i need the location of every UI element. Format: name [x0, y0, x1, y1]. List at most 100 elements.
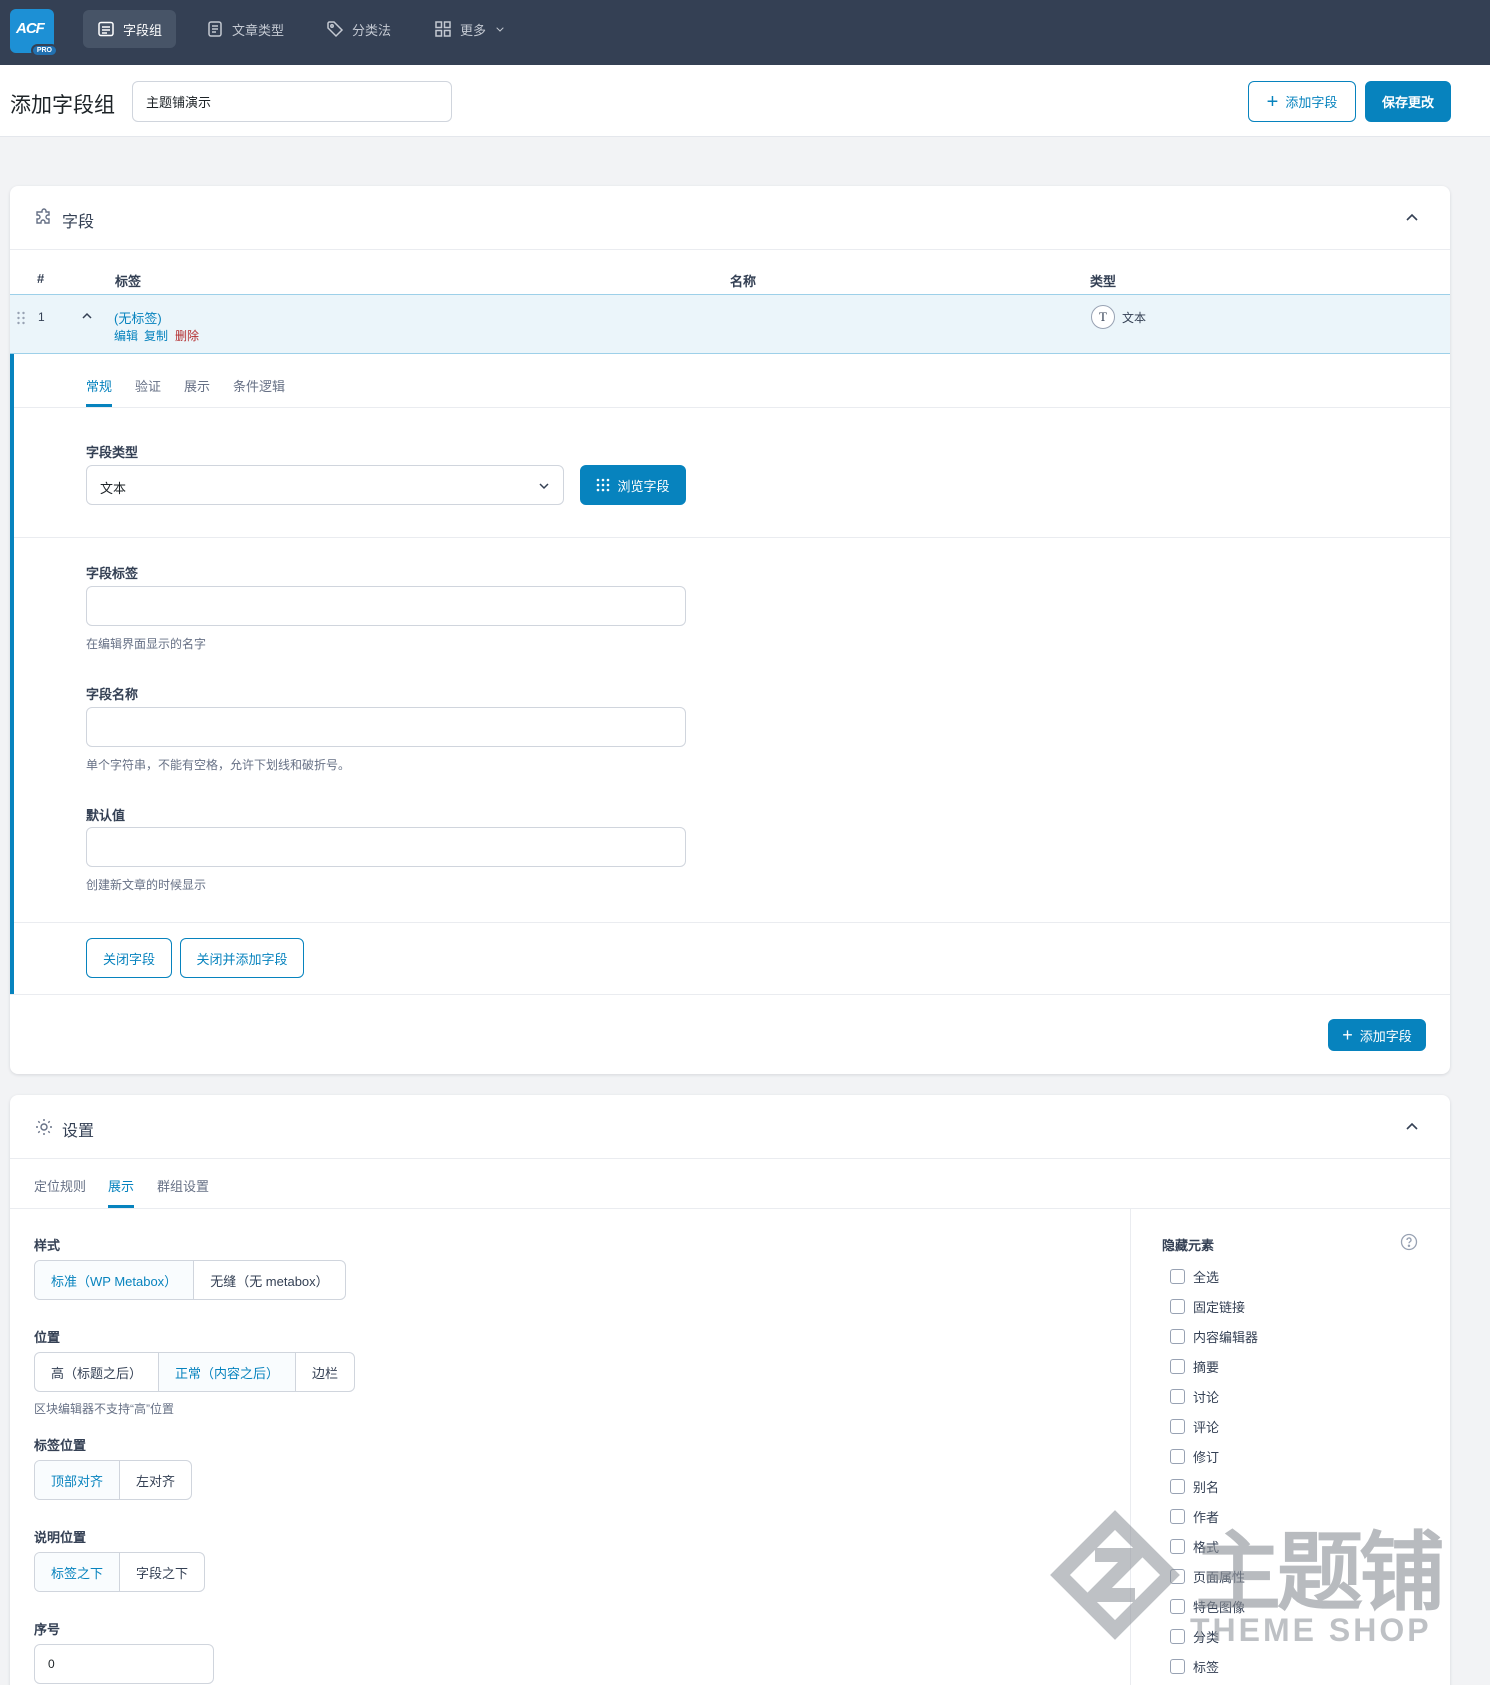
- hide-option-categories[interactable]: 分类: [1170, 1627, 1219, 1646]
- help-icon[interactable]: [1400, 1233, 1418, 1251]
- field-label-input[interactable]: [86, 586, 686, 626]
- checkbox-label: 页面属性: [1193, 1570, 1246, 1585]
- instruction-below-label[interactable]: 标签之下: [35, 1553, 121, 1591]
- column-header-label: 标签: [115, 274, 142, 289]
- chevron-down-icon: [539, 483, 549, 490]
- divider: [14, 407, 1450, 408]
- gear-icon: [36, 1119, 52, 1135]
- tab-location-rules[interactable]: 定位规则: [34, 1176, 86, 1195]
- default-value-hint: 创建新文章的时候显示: [86, 878, 207, 892]
- edit-field-link[interactable]: 编辑: [114, 327, 138, 344]
- checkbox[interactable]: [1170, 1479, 1185, 1494]
- browse-fields-button[interactable]: 浏览字段: [580, 465, 686, 505]
- settings-panel-header[interactable]: 设置: [10, 1095, 1450, 1159]
- drag-handle-icon[interactable]: [16, 311, 26, 325]
- field-type-select[interactable]: 文本: [86, 465, 564, 505]
- field-row[interactable]: 1 (无标签) 编辑 复制 删除 T 文本: [10, 294, 1450, 354]
- instruction-below-field[interactable]: 字段之下: [120, 1553, 204, 1591]
- fields-panel: 字段 # 标签 名称 类型 1 (无标签) 编辑 复制 删除 T 文本 常规 验…: [10, 186, 1450, 1074]
- tab-general[interactable]: 常规: [86, 376, 112, 395]
- field-name-input[interactable]: [86, 707, 686, 747]
- nav-item-post-types[interactable]: 文章类型: [192, 10, 298, 48]
- checkbox[interactable]: [1170, 1659, 1185, 1674]
- nav-item-more[interactable]: 更多: [420, 10, 520, 48]
- checkbox[interactable]: [1170, 1359, 1185, 1374]
- duplicate-field-link[interactable]: 复制: [144, 327, 168, 344]
- hide-option-format[interactable]: 格式: [1170, 1537, 1219, 1556]
- hide-option-content-editor[interactable]: 内容编辑器: [1170, 1327, 1258, 1346]
- checkbox[interactable]: [1170, 1449, 1185, 1464]
- button-label: 关闭并添加字段: [196, 951, 288, 967]
- field-name-hint: 单个字符串，不能有空格，允许下划线和破折号。: [86, 758, 351, 772]
- close-field-button[interactable]: 关闭字段: [86, 938, 172, 978]
- close-and-add-field-button[interactable]: 关闭并添加字段: [180, 938, 304, 978]
- checkbox[interactable]: [1170, 1629, 1185, 1644]
- chevron-up-icon[interactable]: [1402, 1117, 1422, 1137]
- checkbox[interactable]: [1170, 1539, 1185, 1554]
- field-type-label: 字段类型: [86, 445, 139, 460]
- button-label: 浏览字段: [617, 478, 670, 494]
- nav-item-label: 字段组: [123, 22, 163, 38]
- tab-conditional-logic[interactable]: 条件逻辑: [233, 376, 285, 395]
- checkbox-label: 标签: [1193, 1660, 1220, 1675]
- hide-option-slug[interactable]: 别名: [1170, 1477, 1219, 1496]
- acf-logo[interactable]: ACF PRO: [10, 9, 58, 57]
- label-placement-top[interactable]: 顶部对齐: [35, 1461, 121, 1499]
- hide-option-comments[interactable]: 评论: [1170, 1417, 1219, 1436]
- default-value-input[interactable]: [86, 827, 686, 867]
- field-label-link[interactable]: (无标签): [114, 308, 162, 327]
- hide-option-featured-image[interactable]: 特色图像: [1170, 1597, 1245, 1616]
- checkbox[interactable]: [1170, 1269, 1185, 1284]
- save-changes-button[interactable]: 保存更改: [1365, 81, 1451, 122]
- grid-dots-icon: [597, 478, 610, 492]
- hide-option-discussion[interactable]: 讨论: [1170, 1387, 1219, 1406]
- hide-option-revisions[interactable]: 修订: [1170, 1447, 1219, 1466]
- grid-icon: [435, 21, 451, 37]
- nav-item-taxonomies[interactable]: 分类法: [312, 10, 405, 48]
- chevron-up-icon[interactable]: [80, 309, 94, 323]
- checkbox[interactable]: [1170, 1389, 1185, 1404]
- tab-validation[interactable]: 验证: [135, 376, 161, 395]
- instruction-placement-label: 说明位置: [34, 1530, 87, 1545]
- label-placement-left[interactable]: 左对齐: [120, 1461, 191, 1499]
- field-group-title-input[interactable]: [132, 81, 452, 122]
- column-header-order: #: [37, 271, 45, 286]
- style-option-standard[interactable]: 标准（WP Metabox）: [35, 1261, 195, 1299]
- position-toggle[interactable]: 高（标题之后） 正常（内容之后） 边栏: [34, 1352, 356, 1392]
- plus-icon: +: [1342, 1025, 1353, 1045]
- hide-option-tags[interactable]: 标签: [1170, 1657, 1219, 1676]
- checkbox[interactable]: [1170, 1299, 1185, 1314]
- checkbox[interactable]: [1170, 1509, 1185, 1524]
- order-number-input[interactable]: 0: [34, 1644, 214, 1684]
- add-field-button[interactable]: + 添加字段: [1328, 1019, 1426, 1051]
- label-placement-label: 标签位置: [34, 1438, 87, 1453]
- fields-panel-header[interactable]: 字段: [10, 186, 1450, 250]
- column-header-type: 类型: [1090, 274, 1117, 289]
- position-option-normal[interactable]: 正常（内容之后）: [159, 1353, 297, 1391]
- tab-presentation[interactable]: 展示: [108, 1176, 134, 1195]
- style-toggle[interactable]: 标准（WP Metabox） 无缝（无 metabox）: [34, 1260, 346, 1300]
- nav-item-field-groups[interactable]: 字段组: [83, 10, 177, 48]
- position-option-side[interactable]: 边栏: [296, 1353, 354, 1391]
- instruction-placement-toggle[interactable]: 标签之下 字段之下: [34, 1552, 206, 1592]
- checkbox[interactable]: [1170, 1419, 1185, 1434]
- checkbox[interactable]: [1170, 1569, 1185, 1584]
- style-label: 样式: [34, 1238, 61, 1253]
- header-add-field-button[interactable]: + 添加字段: [1248, 81, 1356, 122]
- settings-panel-title: 设置: [62, 1123, 95, 1140]
- chevron-up-icon[interactable]: [1402, 208, 1422, 228]
- hide-option-select-all[interactable]: 全选: [1170, 1267, 1219, 1286]
- hide-option-author[interactable]: 作者: [1170, 1507, 1219, 1526]
- style-option-seamless[interactable]: 无缝（无 metabox）: [194, 1261, 344, 1299]
- delete-field-link[interactable]: 删除: [175, 327, 199, 344]
- label-placement-toggle[interactable]: 顶部对齐 左对齐: [34, 1460, 193, 1500]
- hide-option-excerpt[interactable]: 摘要: [1170, 1357, 1219, 1376]
- checkbox[interactable]: [1170, 1329, 1185, 1344]
- tab-group-settings[interactable]: 群组设置: [157, 1176, 209, 1195]
- hide-option-page-attributes[interactable]: 页面属性: [1170, 1567, 1245, 1586]
- tab-presentation[interactable]: 展示: [184, 376, 210, 395]
- checkbox[interactable]: [1170, 1599, 1185, 1614]
- hide-option-permalink[interactable]: 固定链接: [1170, 1297, 1245, 1316]
- nav-item-label: 更多: [460, 22, 487, 38]
- position-option-high[interactable]: 高（标题之后）: [35, 1353, 160, 1391]
